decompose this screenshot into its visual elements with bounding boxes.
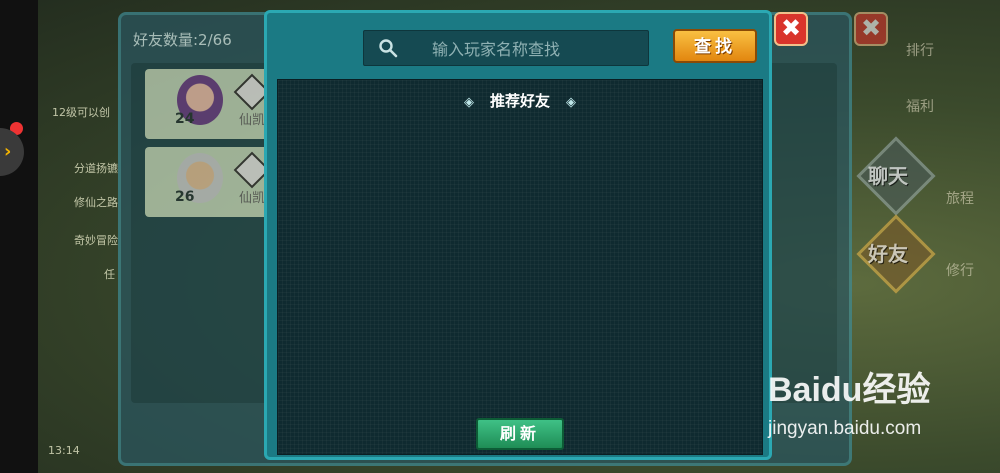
close-icon[interactable]: ✖ — [774, 12, 808, 46]
friend-level: 26 — [175, 189, 195, 205]
friend-name: 仙凯 — [239, 113, 266, 128]
find-button[interactable]: 查找 — [673, 29, 757, 63]
watermark-url: jingyan.baidu.com — [768, 418, 922, 439]
hud-item-welfare[interactable]: 福利 — [906, 96, 934, 116]
recommend-title: 推荐好友 — [489, 92, 550, 110]
friend-card[interactable]: 24 仙凯 — [145, 69, 275, 139]
friend-level: 24 — [175, 111, 195, 127]
chevron-right-icon: › — [4, 141, 12, 162]
chat-line: 修仙之路 — [74, 196, 118, 209]
chat-line: 任 — [104, 268, 115, 281]
recommend-friends-area: ◈ 推荐好友 ◈ 刷新 — [277, 79, 763, 455]
hud-close-button: ✖ — [854, 12, 888, 46]
add-friend-dialog: 查找 ◈ 推荐好友 ◈ 刷新 — [264, 10, 772, 460]
baidu-watermark: Baidu经验 jingyan.baidu.com — [768, 362, 931, 439]
friend-name: 仙凯 — [239, 191, 266, 206]
hud-friends-label[interactable]: 好友 — [868, 238, 908, 267]
recommend-title-row: ◈ 推荐好友 ◈ — [278, 90, 762, 111]
search-icon — [379, 39, 398, 58]
diamond-ornament-icon: ◈ — [463, 95, 474, 110]
search-input[interactable] — [430, 31, 644, 67]
hud-item-practice[interactable]: 修行 — [946, 260, 974, 280]
chat-line: 12级可以创 — [52, 106, 110, 119]
friends-count: 好友数量:2/66 — [133, 31, 232, 49]
refresh-button[interactable]: 刷新 — [476, 418, 564, 450]
chat-line: 分道扬镳 — [74, 162, 118, 175]
diamond-ornament-icon: ◈ — [566, 95, 576, 110]
status-time: 13:14 — [48, 444, 80, 457]
screen-edge — [0, 0, 38, 473]
friend-card[interactable]: 26 仙凯 — [145, 147, 275, 217]
hud-item-journey[interactable]: 旅程 — [946, 188, 974, 208]
hud-chat-label[interactable]: 聊天 — [868, 160, 908, 189]
watermark-logo: Baidu经验 — [768, 371, 931, 409]
chat-line: 奇妙冒险 — [74, 234, 118, 247]
search-box — [363, 30, 649, 67]
hud-item-rank[interactable]: 排行 — [906, 40, 934, 60]
